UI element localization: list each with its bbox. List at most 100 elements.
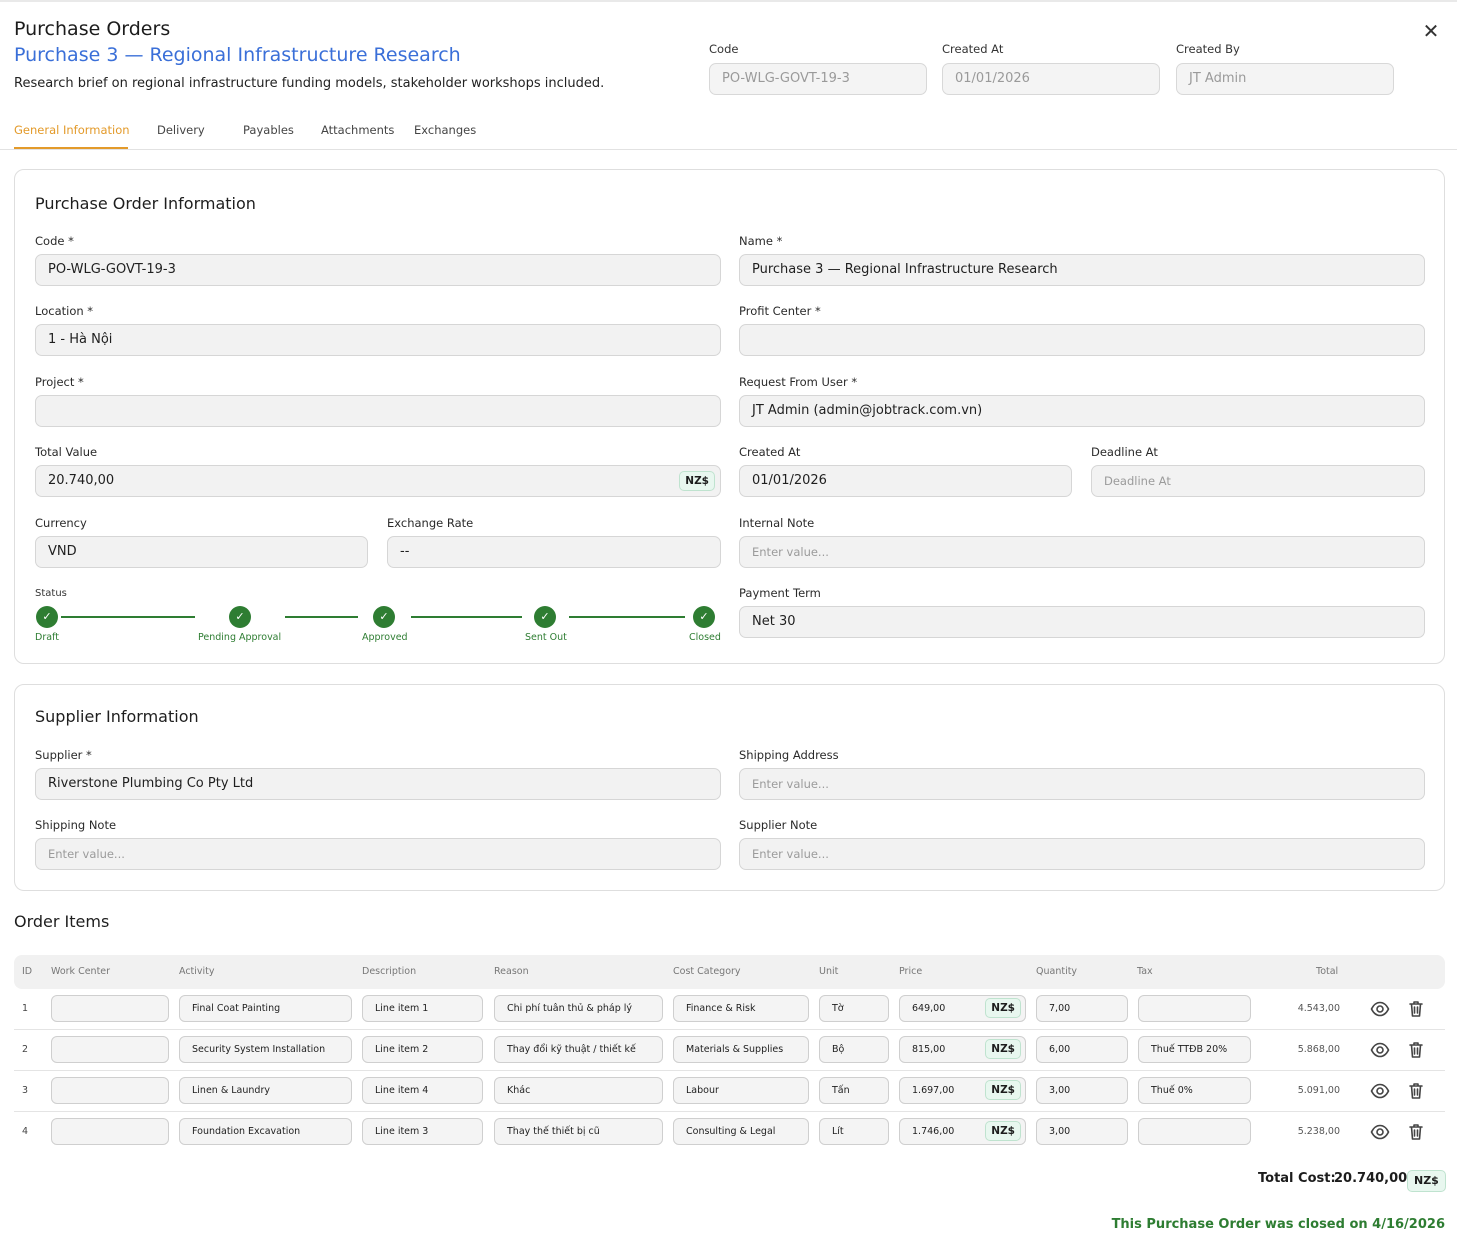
total-value-input[interactable]: 20.740,00 NZ$ bbox=[35, 465, 721, 497]
column-header-unit: Unit bbox=[819, 966, 839, 977]
location-select[interactable]: 1 - Hà Nội bbox=[35, 324, 721, 356]
unit-select[interactable]: Bộ bbox=[819, 1036, 889, 1063]
payment-term-select[interactable]: Net 30 bbox=[739, 606, 1425, 638]
column-header-total: Total bbox=[1316, 966, 1339, 977]
top-divider bbox=[0, 0, 1457, 2]
total-value-field: Total Value 20.740,00 NZ$ bbox=[35, 445, 721, 497]
activity-select[interactable]: Linen & Laundry bbox=[179, 1077, 352, 1104]
activity-select[interactable]: Final Coat Painting bbox=[179, 995, 352, 1022]
order-items-header: ID Work Center Activity Description Reas… bbox=[14, 955, 1445, 989]
column-header-tax: Tax bbox=[1137, 966, 1153, 977]
work-center-select[interactable] bbox=[51, 1036, 169, 1063]
supplier-note-input[interactable]: Enter value... bbox=[739, 838, 1425, 870]
close-icon[interactable]: ✕ bbox=[1420, 20, 1442, 42]
code-input[interactable]: PO-WLG-GOVT-19-3 bbox=[35, 254, 721, 286]
exchange-rate-input[interactable]: -- bbox=[387, 536, 721, 568]
work-center-select[interactable] bbox=[51, 1118, 169, 1145]
check-icon: ✓ bbox=[36, 606, 58, 628]
price-currency-badge: NZ$ bbox=[985, 1039, 1021, 1059]
cost-category-select[interactable]: Labour bbox=[673, 1077, 809, 1104]
name-label: Name * bbox=[739, 234, 783, 248]
reason-select[interactable]: Thay thế thiết bị cũ bbox=[494, 1118, 663, 1145]
unit-select[interactable]: Tờ bbox=[819, 995, 889, 1022]
deadline-at-input[interactable]: Deadline At bbox=[1091, 465, 1425, 497]
internal-note-field: Internal Note Enter value... bbox=[739, 516, 1425, 568]
quantity-input[interactable]: 6,00 bbox=[1036, 1036, 1128, 1063]
row-total: 5.091,00 bbox=[1297, 1085, 1340, 1096]
active-tab-indicator bbox=[14, 147, 128, 149]
description-input[interactable]: Line item 1 bbox=[362, 995, 483, 1022]
trash-icon[interactable] bbox=[1406, 1040, 1426, 1060]
status-step-sent-out: Sent Out bbox=[525, 632, 567, 643]
tab-attachments[interactable]: Attachments bbox=[321, 123, 394, 137]
currency-select[interactable]: VND bbox=[35, 536, 368, 568]
header-code-input: PO-WLG-GOVT-19-3 bbox=[709, 63, 927, 95]
cost-category-select[interactable]: Materials & Supplies bbox=[673, 1036, 809, 1063]
currency-badge: NZ$ bbox=[679, 471, 715, 491]
header-code-field: Code PO-WLG-GOVT-19-3 bbox=[709, 42, 927, 95]
eye-icon[interactable] bbox=[1370, 1122, 1390, 1142]
shipping-note-input[interactable]: Enter value... bbox=[35, 838, 721, 870]
price-input[interactable]: 1.697,00 NZ$ bbox=[899, 1077, 1026, 1104]
internal-note-input[interactable]: Enter value... bbox=[739, 536, 1425, 568]
price-value: 815,00 bbox=[912, 1044, 946, 1055]
trash-icon[interactable] bbox=[1406, 999, 1426, 1019]
tab-payables[interactable]: Payables bbox=[243, 123, 294, 137]
trash-icon[interactable] bbox=[1406, 1081, 1426, 1101]
quantity-input[interactable]: 3,00 bbox=[1036, 1077, 1128, 1104]
column-header-id: ID bbox=[22, 966, 33, 977]
quantity-input[interactable]: 7,00 bbox=[1036, 995, 1128, 1022]
code-field: Code * PO-WLG-GOVT-19-3 bbox=[35, 234, 721, 286]
total-value-text: 20.740,00 bbox=[48, 473, 115, 488]
trash-icon[interactable] bbox=[1406, 1122, 1426, 1142]
deadline-at-label: Deadline At bbox=[1091, 445, 1158, 459]
cost-category-select[interactable]: Finance & Risk bbox=[673, 995, 809, 1022]
description-input[interactable]: Line item 3 bbox=[362, 1118, 483, 1145]
cost-category-select[interactable]: Consulting & Legal bbox=[673, 1118, 809, 1145]
request-from-user-select[interactable]: JT Admin (admin@jobtrack.com.vn) bbox=[739, 395, 1425, 427]
unit-select[interactable]: Lít bbox=[819, 1118, 889, 1145]
quantity-input[interactable]: 3,00 bbox=[1036, 1118, 1128, 1145]
shipping-address-label: Shipping Address bbox=[739, 748, 839, 762]
reason-select[interactable]: Chi phí tuân thủ & pháp lý bbox=[494, 995, 663, 1022]
tax-select[interactable] bbox=[1138, 995, 1251, 1022]
column-header-work-center: Work Center bbox=[51, 966, 111, 977]
project-select[interactable] bbox=[35, 395, 721, 427]
reason-select[interactable]: Khác bbox=[494, 1077, 663, 1104]
description-input[interactable]: Line item 2 bbox=[362, 1036, 483, 1063]
table-row: 4 Foundation Excavation Line item 3 Thay… bbox=[14, 1112, 1445, 1153]
price-input[interactable]: 1.746,00 NZ$ bbox=[899, 1118, 1026, 1145]
work-center-select[interactable] bbox=[51, 995, 169, 1022]
supplier-label: Supplier * bbox=[35, 748, 92, 762]
tax-select[interactable]: Thuế 0% bbox=[1138, 1077, 1251, 1104]
eye-icon[interactable] bbox=[1370, 999, 1390, 1019]
deadline-at-field: Deadline At Deadline At bbox=[1091, 445, 1425, 497]
eye-icon[interactable] bbox=[1370, 1081, 1390, 1101]
activity-select[interactable]: Security System Installation bbox=[179, 1036, 352, 1063]
exchange-rate-field: Exchange Rate -- bbox=[387, 516, 721, 568]
supplier-info-title: Supplier Information bbox=[35, 707, 199, 726]
eye-icon[interactable] bbox=[1370, 1040, 1390, 1060]
price-input[interactable]: 649,00 NZ$ bbox=[899, 995, 1026, 1022]
price-input[interactable]: 815,00 NZ$ bbox=[899, 1036, 1026, 1063]
tax-select[interactable]: Thuế TTĐB 20% bbox=[1138, 1036, 1251, 1063]
name-input[interactable]: Purchase 3 — Regional Infrastructure Res… bbox=[739, 254, 1425, 286]
unit-select[interactable]: Tấn bbox=[819, 1077, 889, 1104]
shipping-address-input[interactable]: Enter value... bbox=[739, 768, 1425, 800]
tab-delivery[interactable]: Delivery bbox=[157, 123, 205, 137]
profit-center-select[interactable] bbox=[739, 324, 1425, 356]
header-created-at-field: Created At 01/01/2026 bbox=[942, 42, 1160, 95]
description-input[interactable]: Line item 4 bbox=[362, 1077, 483, 1104]
tab-exchanges[interactable]: Exchanges bbox=[414, 123, 476, 137]
work-center-select[interactable] bbox=[51, 1077, 169, 1104]
table-row: 2 Security System Installation Line item… bbox=[14, 1030, 1445, 1071]
exchange-rate-label: Exchange Rate bbox=[387, 516, 474, 530]
header-created-at-input: 01/01/2026 bbox=[942, 63, 1160, 95]
reason-select[interactable]: Thay đổi kỹ thuật / thiết kế bbox=[494, 1036, 663, 1063]
supplier-select[interactable]: Riverstone Plumbing Co Pty Ltd bbox=[35, 768, 721, 800]
check-icon: ✓ bbox=[373, 606, 395, 628]
tax-select[interactable] bbox=[1138, 1118, 1251, 1145]
created-at-input[interactable]: 01/01/2026 bbox=[739, 465, 1072, 497]
activity-select[interactable]: Foundation Excavation bbox=[179, 1118, 352, 1145]
tab-general-information[interactable]: General Information bbox=[14, 123, 130, 137]
